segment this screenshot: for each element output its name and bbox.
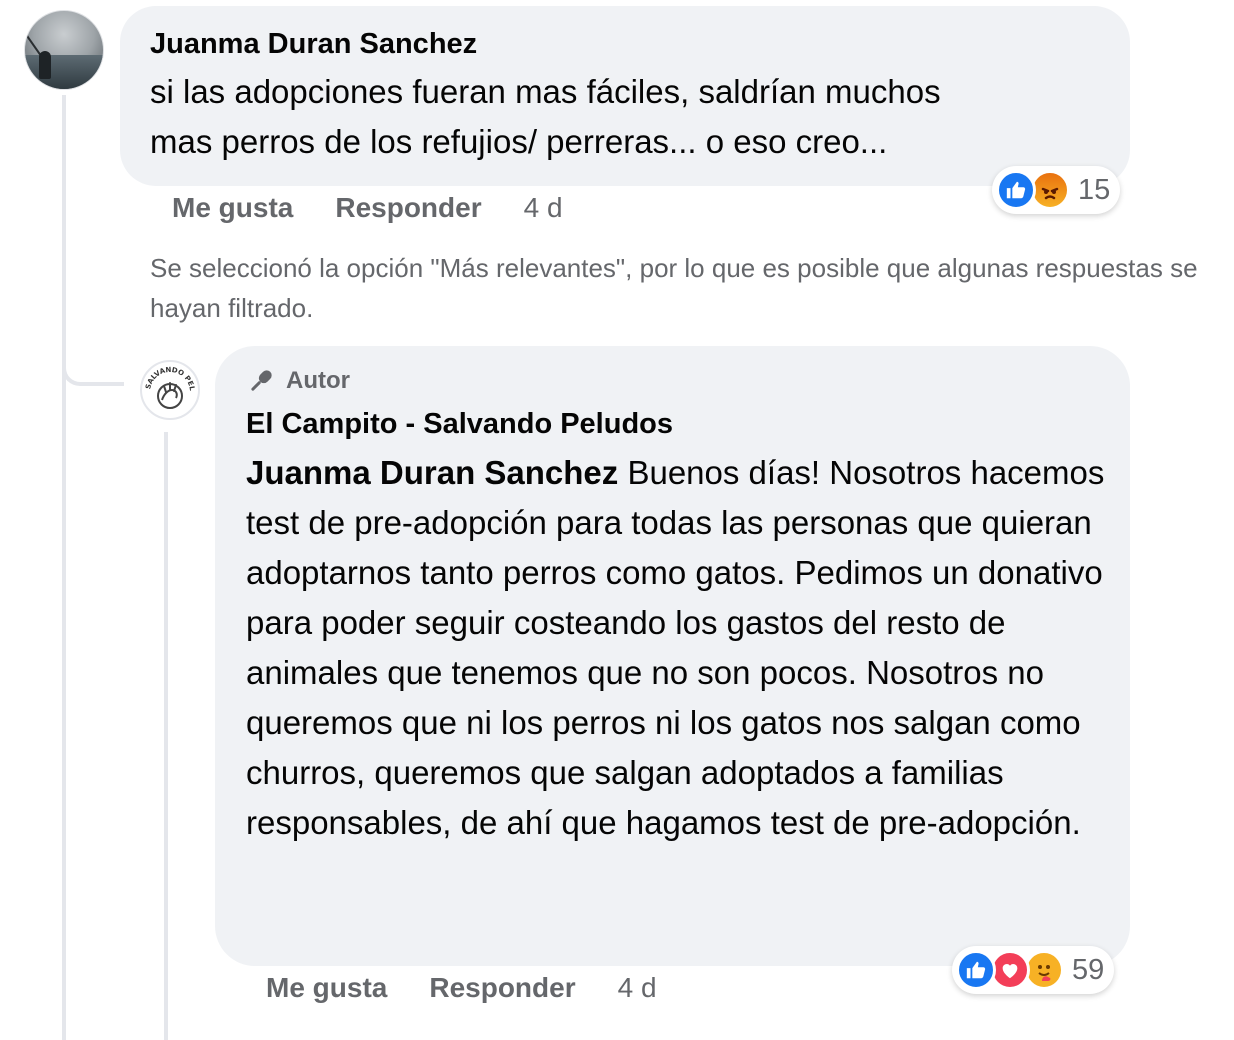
author-badge: Autor <box>246 366 350 396</box>
reply-button[interactable]: Responder <box>335 192 481 224</box>
comment-text-line1: si las adopciones fueran mas fáciles, sa… <box>150 73 941 110</box>
like-icon <box>956 950 996 990</box>
microphone-icon <box>251 370 272 391</box>
comment-text: si las adopciones fueran mas fáciles, sa… <box>150 67 1110 167</box>
reply-author[interactable]: El Campito - Salvando Peludos <box>246 408 673 441</box>
thread-line-reply <box>164 432 168 1040</box>
thread-line-main <box>62 95 66 1040</box>
comment-timestamp[interactable]: 4 d <box>524 192 563 224</box>
reaction-summary[interactable]: 15 <box>992 166 1121 214</box>
care-icon <box>1024 950 1064 990</box>
comment-text-line2: mas perros de los refujios/ perreras... … <box>150 123 888 160</box>
avatar-el-campito[interactable]: SALVANDO PELUDOS <box>140 360 200 420</box>
like-icon <box>996 170 1036 210</box>
like-button[interactable]: Me gusta <box>172 192 293 224</box>
angry-icon <box>1030 170 1070 210</box>
reply-text-body: Buenos días! Nosotros hacemos test de pr… <box>246 454 1105 841</box>
comment-actions: Me gusta Responder 4 d <box>172 192 563 224</box>
reply-timestamp[interactable]: 4 d <box>618 972 657 1004</box>
reply-text: Juanma Duran Sanchez Buenos días! Nosotr… <box>246 448 1116 848</box>
comment-author[interactable]: Juanma Duran Sanchez <box>150 28 477 61</box>
reply-reaction-summary[interactable]: 59 <box>952 946 1115 994</box>
reaction-count: 15 <box>1078 173 1111 206</box>
author-badge-label: Autor <box>286 367 350 394</box>
love-icon <box>990 950 1030 990</box>
avatar-juanma[interactable] <box>24 10 104 90</box>
filter-notice: Se seleccionó la opción "Más relevantes"… <box>150 253 1198 323</box>
reply-like-button[interactable]: Me gusta <box>266 972 387 1004</box>
reply-actions: Me gusta Responder 4 d <box>266 972 657 1004</box>
reply-mention[interactable]: Juanma Duran Sanchez <box>246 454 618 491</box>
reply-reaction-count: 59 <box>1072 953 1105 986</box>
thread-curve-reply <box>62 330 124 386</box>
reply-reply-button[interactable]: Responder <box>429 972 575 1004</box>
